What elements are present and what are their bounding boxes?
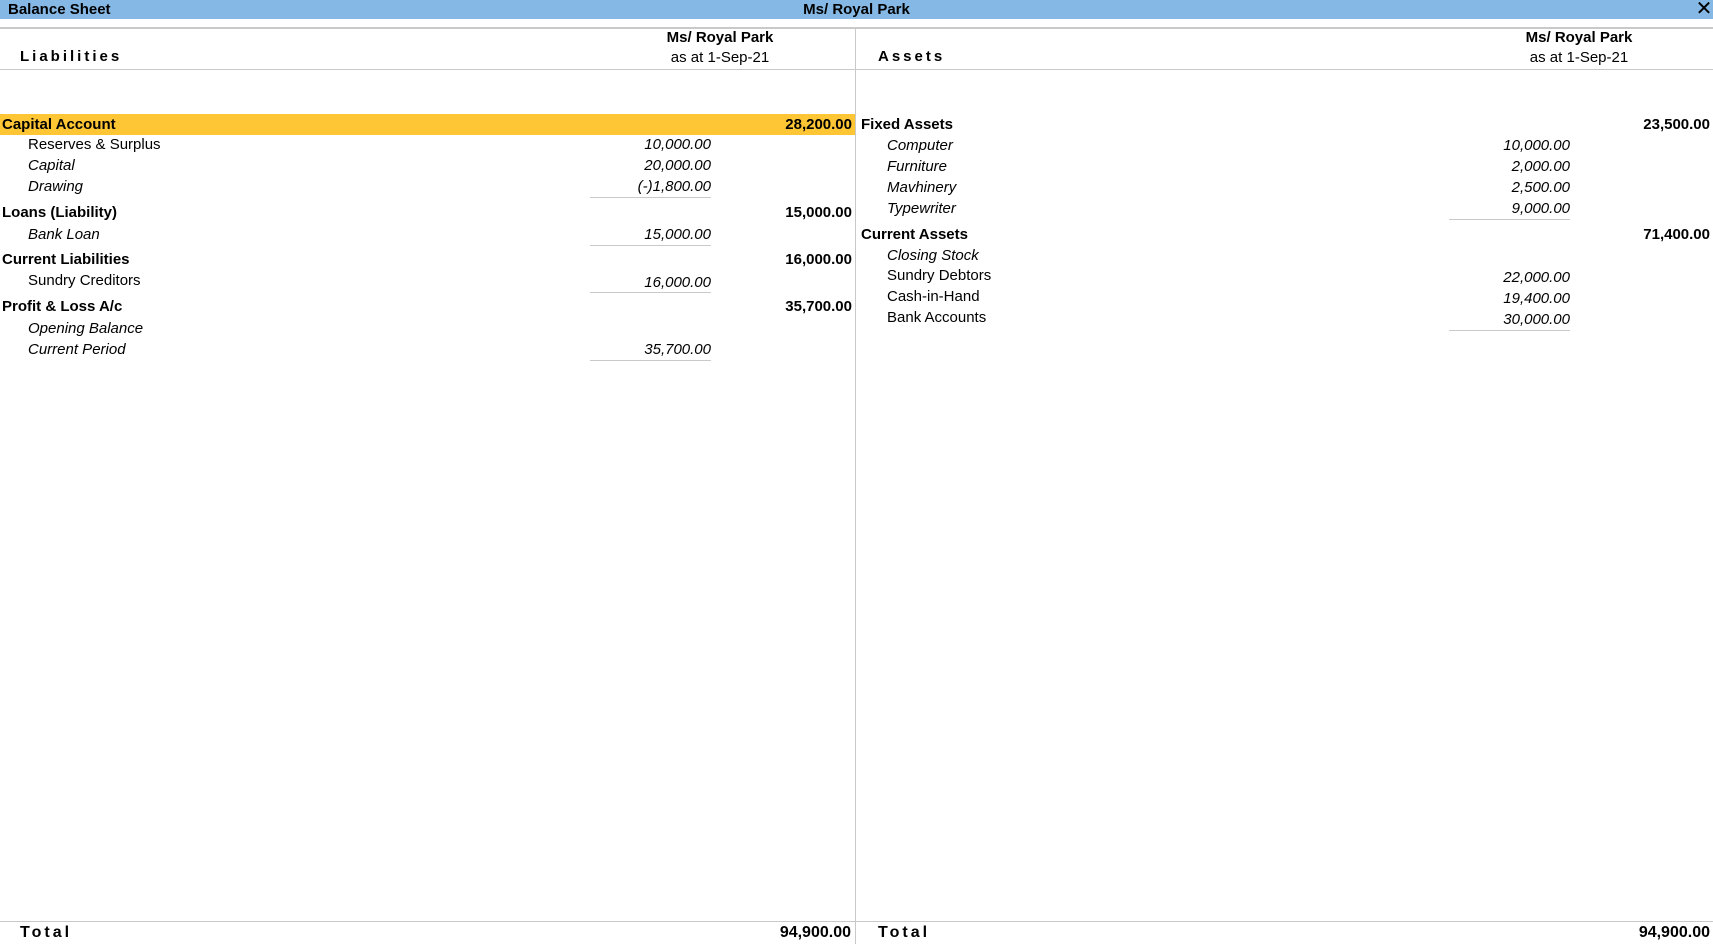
ledger-row[interactable]: Reserves & Surplus 10,000.00 (0, 134, 855, 155)
ledger-row[interactable]: Typewriter 9,000.00 (859, 198, 1713, 219)
group-total: 15,000.00 (785, 204, 852, 221)
ledger-amount: 20,000.00 (644, 157, 711, 174)
ledger-row[interactable]: Furniture 2,000.00 (859, 156, 1713, 177)
group-label: Capital Account (2, 116, 116, 133)
ledger-label: Reserves & Surplus (28, 136, 161, 153)
ledger-label: Bank Accounts (887, 309, 987, 326)
ledger-label: Capital (28, 157, 75, 174)
subtotal-rule (590, 197, 711, 198)
ledger-row[interactable]: Mavhinery 2,500.00 (859, 177, 1713, 198)
column-company: Ms/ Royal Park (666, 29, 774, 46)
ledger-amount: 15,000.00 (644, 226, 711, 243)
group-row-profit-loss[interactable]: Profit & Loss A/c 35,700.00 (0, 296, 855, 317)
ledger-amount: 30,000.00 (1503, 311, 1570, 328)
ledger-label: Mavhinery (887, 179, 957, 196)
group-label: Profit & Loss A/c (2, 298, 123, 315)
ledger-row[interactable]: Closing Stock (859, 245, 1713, 266)
column-divider (855, 28, 856, 944)
group-total: 71,400.00 (1643, 226, 1710, 243)
group-total: 23,500.00 (1643, 116, 1710, 133)
ledger-amount: 9,000.00 (1511, 200, 1570, 217)
ledger-row[interactable]: Capital 20,000.00 (0, 155, 855, 176)
assets-total-label: Total (878, 924, 931, 941)
ledger-label: Sundry Creditors (28, 272, 141, 289)
ledger-amount: 2,000.00 (1511, 158, 1570, 175)
ledger-amount: 22,000.00 (1503, 269, 1570, 286)
ledger-label: Sundry Debtors (887, 267, 992, 284)
ledger-label: Cash-in-Hand (887, 288, 980, 305)
group-label: Loans (Liability) (2, 204, 118, 221)
ledger-label: Furniture (887, 158, 948, 175)
header-divider (0, 27, 1713, 29)
ledger-label: Opening Balance (28, 320, 144, 337)
assets-heading: Assets (878, 48, 946, 65)
ledger-label: Drawing (28, 178, 84, 195)
assets-header-divider (856, 69, 1713, 70)
group-label: Current Assets (861, 226, 968, 243)
group-row-current-assets[interactable]: Current Assets 71,400.00 (859, 224, 1713, 245)
ledger-row[interactable]: Cash-in-Hand 19,400.00 (859, 286, 1713, 307)
subtotal-rule (1449, 330, 1570, 331)
window-title: Balance Sheet (8, 1, 111, 18)
subtotal-rule (590, 292, 711, 293)
liabilities-total-value: 94,900.00 (779, 924, 851, 941)
ledger-amount: 19,400.00 (1503, 290, 1570, 307)
ledger-row[interactable]: Sundry Debtors 22,000.00 (859, 265, 1713, 286)
group-row-capital-account[interactable]: Capital Account 28,200.00 (0, 114, 855, 135)
company-name: Ms/ Royal Park (803, 1, 910, 18)
ledger-row[interactable]: Opening Balance (0, 318, 855, 339)
title-bar: Balance Sheet Ms/ Royal Park ✕ (0, 0, 1713, 19)
ledger-row[interactable]: Computer 10,000.00 (859, 135, 1713, 156)
ledger-amount: (-)1,800.00 (637, 178, 711, 195)
ledger-label: Current Period (28, 341, 126, 358)
column-period[interactable]: as at 1-Sep-21 (1479, 49, 1679, 66)
group-label: Current Liabilities (2, 251, 130, 268)
column-company: Ms/ Royal Park (1525, 29, 1633, 46)
ledger-amount: 2,500.00 (1511, 179, 1570, 196)
liabilities-header-divider (0, 69, 855, 70)
ledger-label: Closing Stock (887, 247, 979, 264)
group-total: 28,200.00 (785, 116, 852, 133)
liabilities-total-label: Total (20, 924, 73, 941)
group-total: 16,000.00 (785, 251, 852, 268)
subtotal-rule (590, 245, 711, 246)
group-total: 35,700.00 (785, 298, 852, 315)
group-label: Fixed Assets (861, 116, 953, 133)
ledger-row[interactable]: Drawing (-)1,800.00 (0, 176, 855, 197)
ledger-row[interactable]: Bank Accounts 30,000.00 (859, 307, 1713, 328)
ledger-label: Computer (887, 137, 953, 154)
ledger-row[interactable]: Current Period 35,700.00 (0, 339, 855, 360)
ledger-amount: 35,700.00 (644, 341, 711, 358)
group-row-fixed-assets[interactable]: Fixed Assets 23,500.00 (859, 114, 1713, 135)
group-row-current-liabilities[interactable]: Current Liabilities 16,000.00 (0, 249, 855, 270)
close-icon[interactable]: ✕ (1695, 0, 1713, 19)
column-period[interactable]: as at 1-Sep-21 (620, 49, 820, 66)
ledger-amount: 16,000.00 (644, 274, 711, 291)
subtotal-rule (1449, 219, 1570, 220)
assets-total-value: 94,900.00 (1638, 924, 1710, 941)
subtotal-rule (590, 360, 711, 361)
group-row-loans[interactable]: Loans (Liability) 15,000.00 (0, 202, 855, 223)
ledger-label: Bank Loan (28, 226, 100, 243)
ledger-label: Typewriter (887, 200, 956, 217)
ledger-amount: 10,000.00 (1503, 137, 1570, 154)
liabilities-heading: Liabilities (20, 48, 123, 65)
ledger-row[interactable]: Bank Loan 15,000.00 (0, 224, 855, 245)
ledger-row[interactable]: Sundry Creditors 16,000.00 (0, 270, 855, 291)
ledger-amount: 10,000.00 (644, 136, 711, 153)
footer-divider (0, 921, 1713, 922)
